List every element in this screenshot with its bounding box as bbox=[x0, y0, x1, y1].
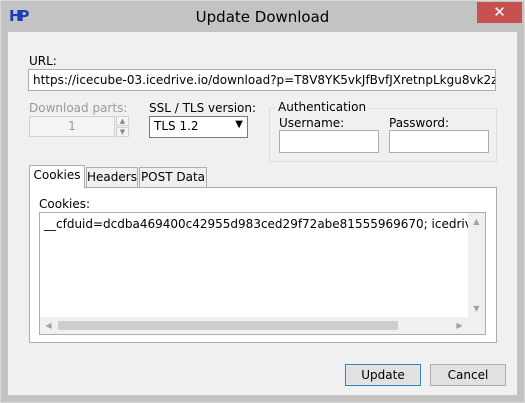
scroll-up-icon[interactable]: ▲ bbox=[468, 213, 485, 230]
cookies-value: __cfduid=dcdba469400c42955d983ced29f72ab… bbox=[44, 217, 486, 231]
password-field[interactable] bbox=[389, 130, 489, 153]
tab-post-data[interactable]: POST Data bbox=[139, 167, 207, 187]
scroll-down-icon[interactable]: ▼ bbox=[468, 300, 485, 317]
tab-headers[interactable]: Headers bbox=[86, 167, 138, 187]
horizontal-scroll-thumb[interactable] bbox=[58, 321, 398, 330]
close-button[interactable]: ✕ bbox=[477, 2, 522, 23]
tls-version-select[interactable]: TLS 1.2 ▼ bbox=[149, 116, 248, 138]
spin-down-icon[interactable]: ▼ bbox=[116, 127, 129, 137]
url-label: URL: bbox=[29, 54, 57, 68]
cookies-textarea[interactable]: __cfduid=dcdba469400c42955d983ced29f72ab… bbox=[39, 212, 486, 335]
tls-version-value: TLS 1.2 bbox=[154, 119, 199, 133]
url-input[interactable]: https://icecube-03.icedrive.io/download?… bbox=[28, 69, 496, 91]
title-bar[interactable]: HP Update Download ✕ bbox=[1, 1, 524, 32]
update-button[interactable]: Update bbox=[345, 364, 421, 386]
authentication-title: Authentication bbox=[276, 100, 369, 114]
username-label: Username: bbox=[279, 116, 345, 130]
scrollbar-corner bbox=[468, 317, 485, 334]
password-label: Password: bbox=[389, 116, 450, 130]
window-title: Update Download bbox=[195, 8, 330, 26]
dialog-body: URL: https://icecube-03.icedrive.io/down… bbox=[8, 32, 517, 395]
username-field[interactable] bbox=[279, 130, 379, 153]
horizontal-scrollbar[interactable]: ◀ ▶ bbox=[40, 317, 468, 334]
cookies-label: Cookies: bbox=[39, 197, 91, 211]
spin-up-icon[interactable]: ▲ bbox=[116, 116, 129, 126]
tab-cookies[interactable]: Cookies bbox=[29, 165, 85, 188]
cancel-button[interactable]: Cancel bbox=[430, 364, 506, 386]
update-download-window: HP Update Download ✕ URL: https://icecub… bbox=[0, 0, 525, 403]
download-parts-input[interactable]: 1 bbox=[29, 116, 115, 137]
dialog-footer: Update Cancel bbox=[8, 358, 517, 395]
vertical-scrollbar[interactable]: ▲ ▼ bbox=[468, 213, 485, 317]
cookies-tab-panel: Cookies: __cfduid=dcdba469400c42955d983c… bbox=[29, 187, 497, 343]
scroll-left-icon[interactable]: ◀ bbox=[40, 317, 57, 334]
download-parts-label: Download parts: bbox=[29, 101, 128, 115]
chevron-down-icon: ▼ bbox=[235, 119, 243, 130]
tls-version-label: SSL / TLS version: bbox=[149, 101, 257, 115]
scroll-right-icon[interactable]: ▶ bbox=[451, 317, 468, 334]
